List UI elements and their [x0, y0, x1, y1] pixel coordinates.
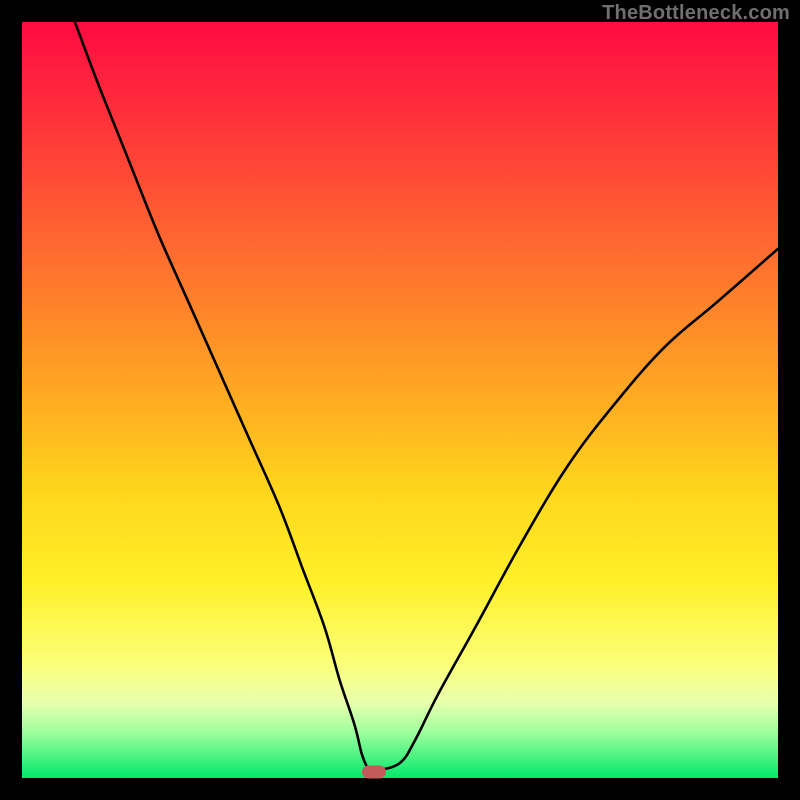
- optimum-marker: [362, 765, 386, 778]
- plot-area: [22, 22, 778, 778]
- bottleneck-curve: [22, 22, 778, 778]
- watermark-text: TheBottleneck.com: [602, 2, 790, 25]
- chart-frame: TheBottleneck.com: [0, 0, 800, 800]
